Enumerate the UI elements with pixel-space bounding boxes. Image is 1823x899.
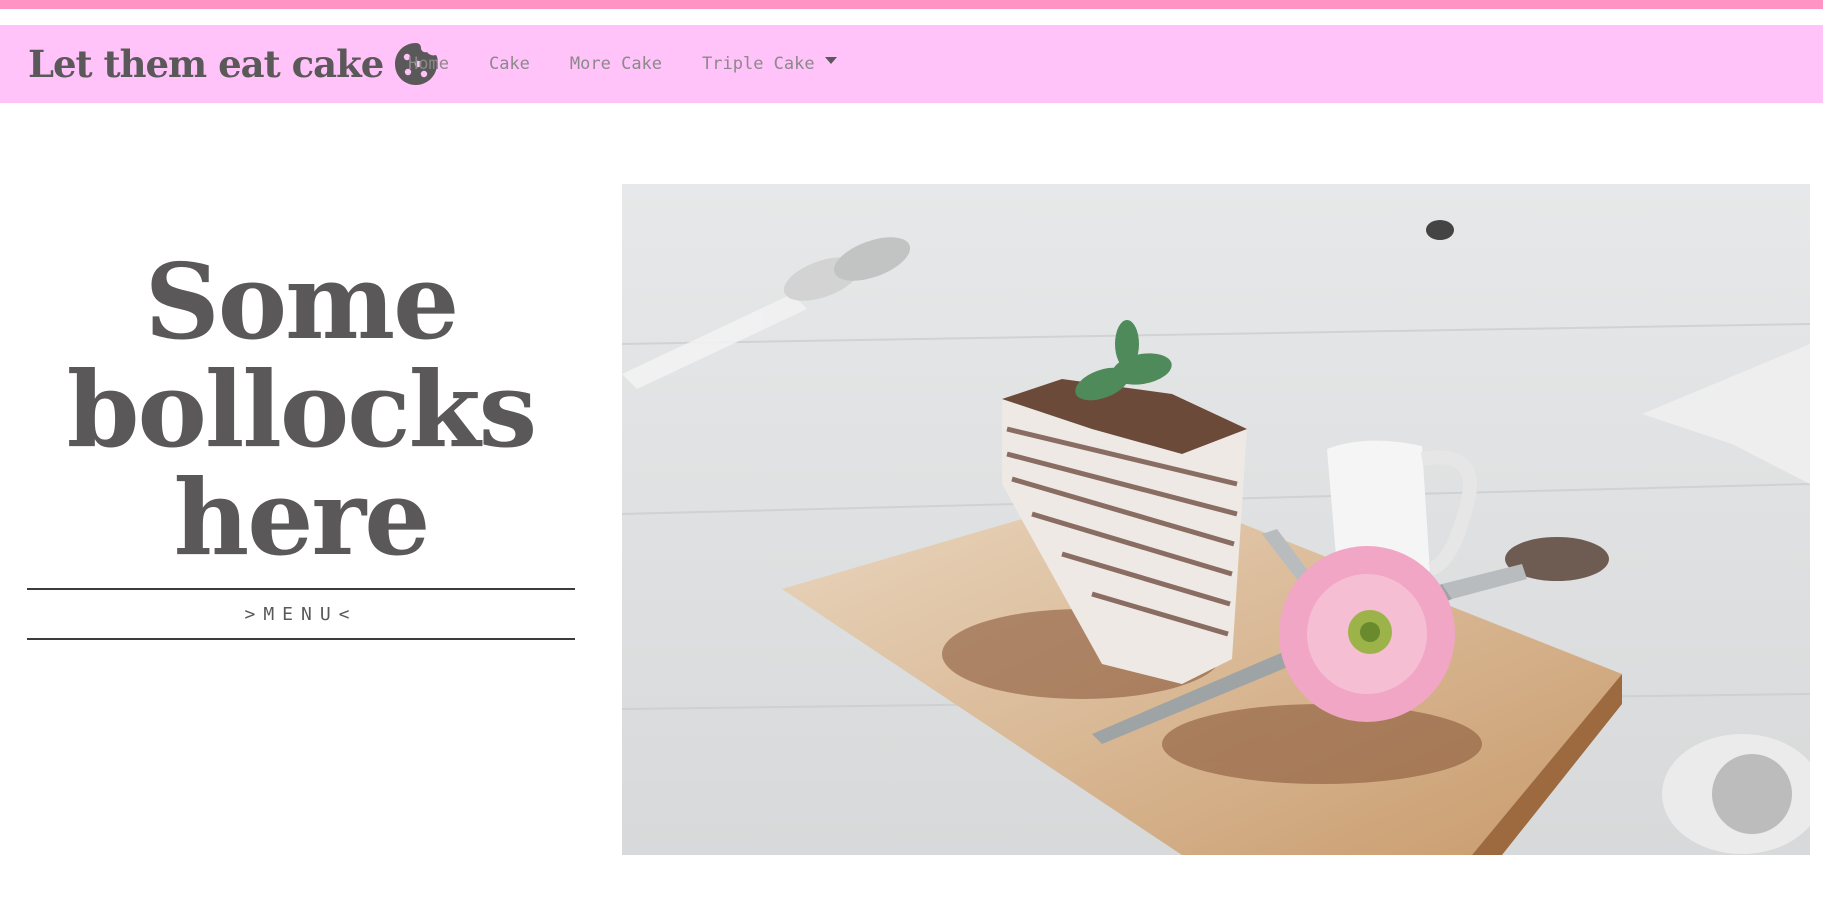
chevron-down-icon [824,56,837,64]
nav-link-more-cake[interactable]: More Cake [570,54,662,74]
nav-dropdown-label: Triple Cake [702,54,815,74]
navbar: Let them eat cake Home Cake More Cake Tr… [0,25,1823,103]
hero-title-line: Some [144,240,460,363]
nav-link-cake[interactable]: Cake [489,54,530,74]
nav-link-home[interactable]: Home [408,54,449,74]
nav-dropdown-triple-cake[interactable]: Triple Cake [702,54,837,74]
hero-title: Some bollocks here [27,248,575,572]
hero-title-line: here [173,456,431,579]
brand-name: Let them eat cake [28,42,384,86]
hero-image [622,184,1810,855]
brand-link[interactable]: Let them eat cake [28,37,439,91]
menu-button[interactable]: >MENU< [27,588,575,640]
hero-title-line: bollocks [66,348,537,471]
top-accent-bar [0,0,1823,9]
nav-links: Home Cake More Cake Triple Cake [408,25,877,103]
